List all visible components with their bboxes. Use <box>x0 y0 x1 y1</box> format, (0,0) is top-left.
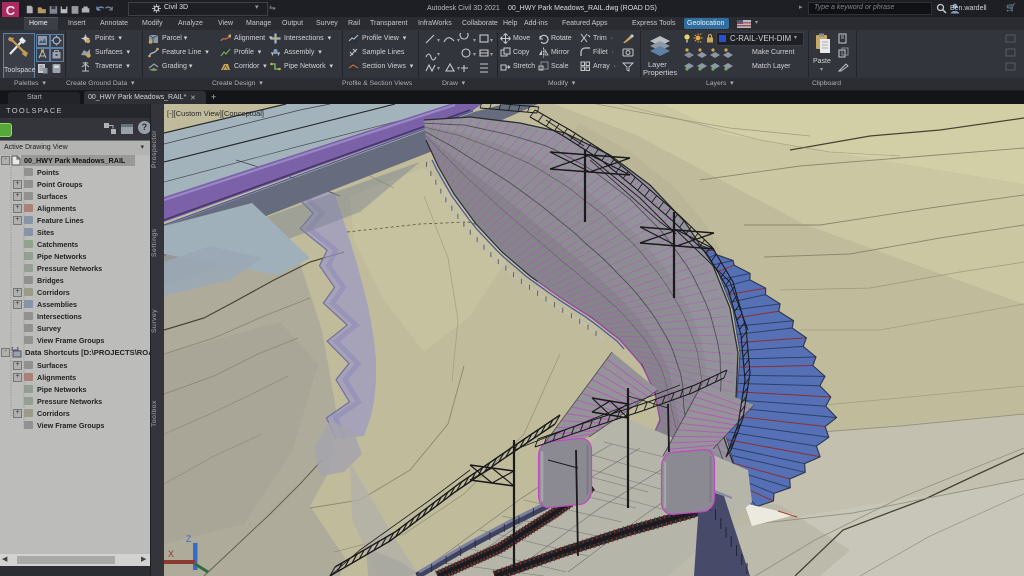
svg-text:▾: ▾ <box>457 38 460 44</box>
svg-text:▾: ▾ <box>490 38 493 44</box>
svg-text:▾: ▾ <box>473 38 476 44</box>
svg-text:Z: Z <box>186 534 192 544</box>
svg-text:▾: ▾ <box>437 66 440 72</box>
svg-text:▾: ▾ <box>457 66 460 72</box>
svg-text:[-][Custom View][Conceptual]: [-][Custom View][Conceptual] <box>167 109 264 118</box>
svg-text:▾: ▾ <box>490 52 493 58</box>
svg-text:▾: ▾ <box>437 38 440 44</box>
svg-text:▾: ▾ <box>437 52 440 58</box>
svg-text:▾: ▾ <box>473 52 476 58</box>
svg-text:X: X <box>168 549 174 559</box>
